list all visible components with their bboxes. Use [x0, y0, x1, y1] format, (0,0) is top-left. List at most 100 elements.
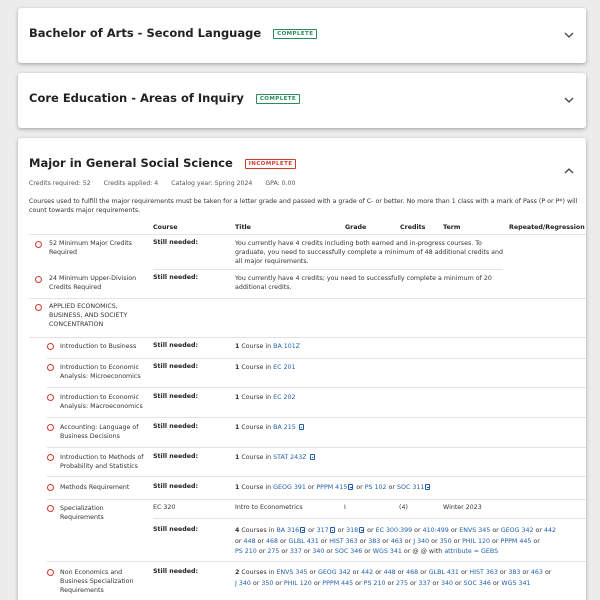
course-link[interactable]: PHIL 120: [284, 580, 312, 587]
course-link[interactable]: GEOG 342: [501, 527, 534, 534]
divider: [47, 387, 586, 388]
chevron-down-icon[interactable]: [564, 97, 574, 104]
or-text: or: [309, 569, 316, 576]
taken-credits: (4): [399, 504, 408, 511]
or-text: or: [308, 527, 315, 534]
requirement-name: Non Economics and Business Specializatio…: [60, 569, 134, 594]
section-title: Core Education - Areas of Inquiry COMPLE…: [29, 91, 301, 105]
course-link[interactable]: BA 101Z: [273, 343, 300, 350]
course-link[interactable]: 350: [440, 538, 452, 545]
clipboard-icon[interactable]: [298, 424, 304, 430]
course-link[interactable]: GLBL 431: [289, 538, 319, 545]
course-list: 1 Course in GEOG 391 or PPPM 415 or PS 1…: [235, 483, 565, 492]
course-link[interactable]: PPPM 445: [501, 538, 532, 545]
course-link[interactable]: BA 215: [273, 424, 296, 431]
clipboard-icon[interactable]: [300, 527, 306, 533]
section-title-text: Core Education - Areas of Inquiry: [29, 91, 244, 105]
taken-grade: I: [344, 504, 346, 511]
chevron-down-icon[interactable]: [564, 32, 574, 39]
course-link[interactable]: WGS 341: [501, 580, 530, 587]
clipboard-icon[interactable]: [329, 527, 335, 533]
course-link[interactable]: SOC 346: [335, 548, 362, 555]
course-link[interactable]: 448: [243, 538, 255, 545]
course-link[interactable]: ENVS 345: [276, 569, 307, 576]
course-link[interactable]: GEOG 342: [318, 569, 351, 576]
course-link[interactable]: PPPM 415: [316, 484, 347, 491]
course-link[interactable]: 442: [544, 527, 556, 534]
course-link[interactable]: 317: [317, 527, 329, 534]
course-link[interactable]: 337: [290, 548, 302, 555]
course-link[interactable]: PPPM 445: [322, 580, 353, 587]
course-link[interactable]: 383: [368, 538, 380, 545]
taken-course[interactable]: EC 320: [153, 504, 175, 511]
course-link[interactable]: 350: [261, 580, 273, 587]
wildcard-text: @ @ with: [412, 548, 443, 555]
or-text: or: [387, 579, 394, 587]
or-text: or: [337, 527, 345, 534]
course-link[interactable]: 275: [396, 580, 408, 587]
clipboard-icon[interactable]: [425, 484, 431, 490]
section-title: Bachelor of Arts - Second Language COMPL…: [29, 26, 318, 40]
course-link[interactable]: J 340: [235, 580, 251, 587]
or-text: or: [544, 569, 552, 576]
course-link[interactable]: PS 210: [364, 580, 386, 587]
course-link[interactable]: HIST 363: [469, 569, 497, 576]
course-link[interactable]: 340: [441, 580, 453, 587]
taken-term: Winter 2023: [443, 504, 482, 511]
course-link[interactable]: ENVS 345: [459, 527, 490, 534]
course-link[interactable]: 340: [312, 548, 324, 555]
or-text: or: [235, 537, 242, 545]
or-text: or: [313, 579, 321, 587]
course-link[interactable]: 410:499: [423, 527, 449, 534]
clipboard-icon[interactable]: [309, 454, 315, 460]
divider: [29, 298, 586, 299]
course-link[interactable]: SOC 346: [464, 580, 491, 587]
course-link[interactable]: EC 300:399: [376, 527, 413, 534]
clipboard-icon[interactable]: [359, 527, 365, 533]
course-link[interactable]: EC 202: [273, 394, 295, 401]
course-list: 4 Courses in BA 316 or 317 or 318 or EC …: [235, 526, 580, 558]
course-link[interactable]: HIST 363: [329, 538, 357, 545]
divider: [153, 518, 586, 519]
or-text: or: [367, 527, 374, 534]
divider: [47, 561, 586, 562]
section-card-core-education[interactable]: Core Education - Areas of Inquiry COMPLE…: [18, 73, 586, 128]
course-word: Course in: [241, 424, 272, 431]
course-link[interactable]: J 340: [413, 538, 429, 545]
status-badge: INCOMPLETE: [244, 159, 297, 169]
or-text: or: [432, 579, 439, 587]
requirement-name: Methods Requirement: [60, 484, 130, 491]
clipboard-icon[interactable]: [348, 484, 354, 490]
course-link[interactable]: GEOG 391: [273, 484, 306, 491]
course-link[interactable]: PS 102: [365, 484, 387, 491]
chevron-up-icon[interactable]: [564, 167, 574, 174]
course-link[interactable]: 337: [418, 580, 430, 587]
course-link[interactable]: 468: [266, 538, 278, 545]
section-card-second-language[interactable]: Bachelor of Arts - Second Language COMPL…: [18, 8, 586, 63]
course-list: 1 Course in EC 202: [235, 393, 535, 402]
course-link[interactable]: 468: [406, 569, 418, 576]
course-link[interactable]: 318: [346, 527, 358, 534]
incomplete-circle-icon: [47, 505, 54, 512]
or-text: or: [258, 548, 266, 555]
course-link[interactable]: SOC 311: [397, 484, 424, 491]
course-link[interactable]: 463: [391, 538, 403, 545]
incomplete-circle-icon: [47, 343, 54, 350]
course-link[interactable]: WGS 341: [373, 548, 402, 555]
course-link[interactable]: 442: [361, 569, 373, 576]
course-link[interactable]: STAT 243Z: [273, 454, 306, 461]
course-link[interactable]: PS 210: [235, 548, 257, 555]
course-link[interactable]: BA 316: [276, 527, 299, 534]
course-word: Course in: [241, 394, 272, 401]
course-link[interactable]: 275: [267, 548, 279, 555]
attribute-link[interactable]: attribute = GEBS: [444, 548, 498, 555]
course-link[interactable]: EC 201: [273, 364, 295, 371]
course-link[interactable]: 383: [508, 569, 520, 576]
course-link[interactable]: GLBL 431: [429, 569, 459, 576]
course-count: 2: [235, 569, 240, 576]
or-text: or: [450, 527, 458, 534]
course-count: 1: [235, 364, 240, 371]
course-link[interactable]: 448: [384, 569, 396, 576]
course-link[interactable]: 463: [531, 569, 543, 576]
course-link[interactable]: PHIL 120: [462, 538, 490, 545]
